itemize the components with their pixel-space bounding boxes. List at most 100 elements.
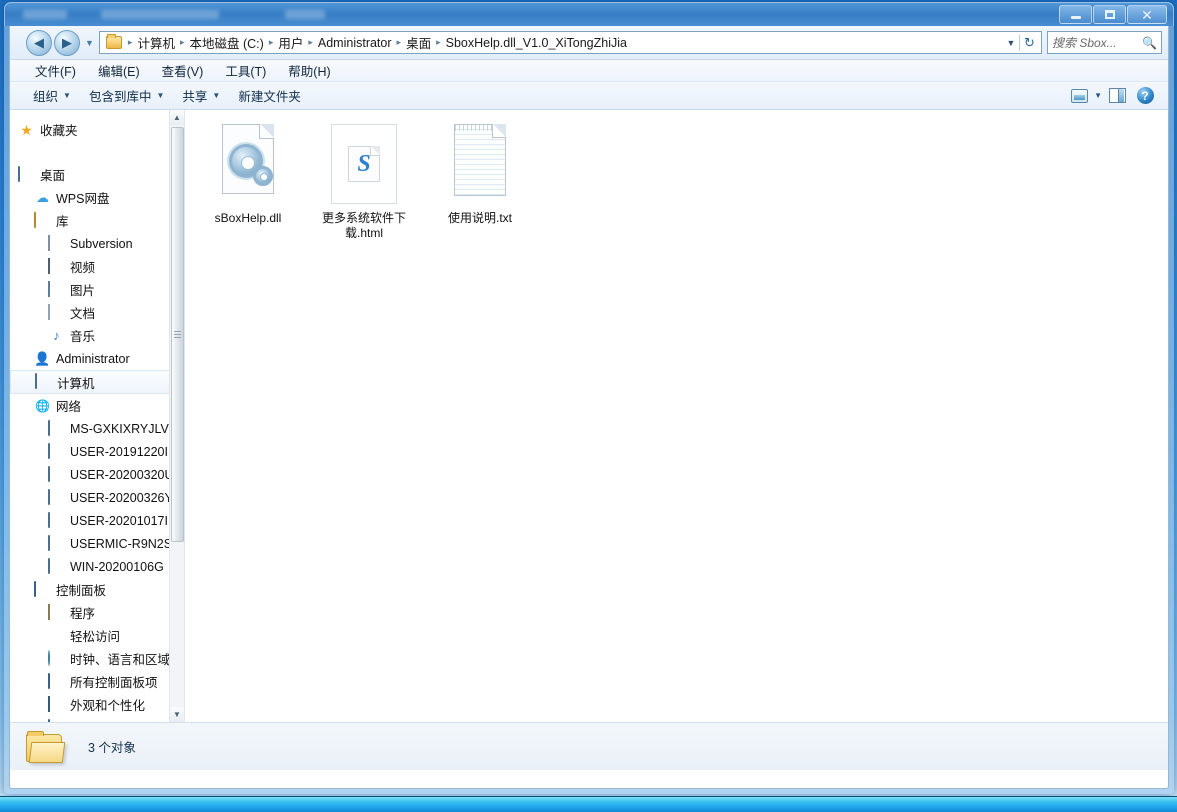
sidebar-item-documents[interactable]: 文档: [10, 301, 170, 324]
breadcrumb-separator: ▸: [179, 37, 185, 47]
ease-of-access-icon: [48, 628, 65, 644]
menu-item-help[interactable]: 帮助(H): [277, 59, 341, 82]
breadcrumb-item-2[interactable]: 用户: [275, 33, 306, 52]
navigation-scrollbar[interactable]: ▲ ▼: [169, 110, 184, 722]
sidebar-item-clock-language-region[interactable]: 时钟、语言和区域: [10, 647, 170, 670]
sidebar-item-computer[interactable]: 计算机: [10, 370, 170, 394]
sidebar-item-appearance-personalization[interactable]: 外观和个性化: [10, 693, 170, 716]
desktop-icon: [18, 165, 35, 183]
sidebar-item-label: Administrator: [56, 351, 130, 366]
computer-icon: [48, 534, 65, 552]
sidebar-item-videos[interactable]: 视频: [10, 255, 170, 278]
sidebar-item-wps-cloud[interactable]: ☁ WPS网盘: [10, 186, 170, 209]
sidebar-item-network-computer[interactable]: MS-GXKIXRYJLV: [10, 417, 170, 440]
breadcrumb-item-3[interactable]: Administrator: [315, 36, 395, 50]
sidebar-item-network-computer[interactable]: USER-20200326Y: [10, 486, 170, 509]
share-with-button[interactable]: 共享 ▼: [173, 83, 229, 108]
preview-pane-icon[interactable]: [1104, 85, 1130, 107]
command-bar: 组织 ▼ 包含到库中 ▼ 共享 ▼ 新建文件夹 ▼ ?: [10, 82, 1168, 110]
scroll-up-button[interactable]: ▲: [170, 110, 184, 125]
sidebar-item-label: 视频: [70, 261, 96, 275]
clock-language-region-icon: [48, 649, 65, 667]
sidebar-item-label: USER-20191220I: [70, 444, 168, 459]
taskbar[interactable]: [0, 796, 1177, 812]
change-view-icon[interactable]: [1066, 85, 1092, 107]
file-item[interactable]: S 更多系统软件下载.html: [317, 124, 411, 241]
sidebar-item-ease-of-access[interactable]: 轻松访问: [10, 624, 170, 647]
sidebar-item-pictures[interactable]: 图片: [10, 278, 170, 301]
new-folder-button[interactable]: 新建文件夹: [229, 83, 310, 108]
search-input[interactable]: 搜索 Sbox... 🔍: [1047, 31, 1162, 54]
sidebar-item-network-computer[interactable]: USER-20201017I: [10, 509, 170, 532]
folder-icon: [105, 34, 122, 49]
menu-item-file[interactable]: 文件(F): [24, 59, 87, 82]
video-icon: [48, 257, 65, 275]
sidebar-item-label: 时钟、语言和区域: [70, 653, 170, 667]
breadcrumb[interactable]: ▸ 计算机 ▸ 本地磁盘 (C:) ▸ 用户 ▸ Administrator ▸…: [98, 31, 1042, 54]
minimize-button[interactable]: [1059, 5, 1092, 24]
chevron-down-icon: ▼: [156, 91, 165, 100]
close-button[interactable]: ✕: [1127, 5, 1167, 24]
breadcrumb-separator: ▸: [127, 37, 133, 47]
include-in-library-button[interactable]: 包含到库中 ▼: [80, 83, 173, 108]
forward-arrow-icon[interactable]: ▶: [54, 29, 80, 56]
address-dropdown-icon[interactable]: ▼: [1003, 38, 1019, 48]
chevron-down-icon: ▼: [63, 91, 71, 100]
sidebar-item-label: 轻松访问: [70, 630, 121, 644]
sidebar-item-libraries[interactable]: 库: [10, 209, 170, 232]
breadcrumb-separator: ▸: [396, 37, 402, 47]
breadcrumb-item-0[interactable]: 计算机: [134, 33, 178, 52]
menu-item-edit[interactable]: 编辑(E): [87, 59, 151, 82]
menu-item-view[interactable]: 查看(V): [151, 59, 215, 82]
sidebar-item-label: MS-GXKIXRYJLV: [70, 421, 169, 436]
file-list-pane[interactable]: sBoxHelp.dll S 更多系统软件下载.html 使用说明.txt: [185, 110, 1168, 722]
sidebar-item-label: 所有控制面板项: [70, 676, 158, 690]
sidebar-item-control-panel[interactable]: 控制面板: [10, 578, 170, 601]
sidebar-item-desktop[interactable]: 桌面: [10, 163, 170, 186]
sidebar-item-favorites[interactable]: ★ 收藏夹: [10, 118, 170, 141]
view-dropdown-caret-icon[interactable]: ▼: [1094, 91, 1102, 100]
sidebar-item-network-computer[interactable]: WIN-20200106G: [10, 555, 170, 578]
sidebar-item-label: USERMIC-R9N2S: [70, 536, 170, 551]
sidebar-item-network-computer[interactable]: USERMIC-R9N2S: [10, 532, 170, 555]
navigation-list: ★ 收藏夹 桌面 ☁ WPS网盘 库 Subversion 视频 图片 文档 ♪…: [10, 110, 170, 722]
documents-icon: [48, 303, 65, 321]
sidebar-item-network-internet[interactable]: 网络和 Internet: [10, 716, 170, 722]
sidebar-item-music[interactable]: ♪ 音乐: [10, 324, 170, 347]
breadcrumb-item-5[interactable]: SboxHelp.dll_V1.0_XiTongZhiJia: [443, 36, 630, 50]
help-icon[interactable]: ?: [1132, 85, 1158, 107]
main-split: ★ 收藏夹 桌面 ☁ WPS网盘 库 Subversion 视频 图片 文档 ♪…: [10, 110, 1168, 722]
maximize-button[interactable]: [1093, 5, 1126, 24]
sidebar-item-programs[interactable]: 程序: [10, 601, 170, 624]
history-dropdown-icon[interactable]: ▼: [85, 38, 94, 48]
back-arrow-icon[interactable]: ◀: [26, 29, 52, 56]
organize-button[interactable]: 组织 ▼: [24, 83, 80, 108]
html-sogou-icon: S: [331, 124, 397, 204]
sidebar-item-all-control-panel-items[interactable]: 所有控制面板项: [10, 670, 170, 693]
window-controls: ✕: [1059, 5, 1167, 24]
sidebar-item-administrator[interactable]: 👤 Administrator: [10, 347, 170, 370]
scroll-down-button[interactable]: ▼: [170, 707, 184, 722]
file-item[interactable]: sBoxHelp.dll: [201, 124, 295, 226]
sidebar-item-label: USER-20200320U: [70, 467, 170, 482]
window-title-blurred: [23, 7, 583, 21]
sidebar-item-label: 程序: [70, 607, 96, 621]
refresh-icon[interactable]: ↻: [1019, 34, 1039, 51]
sidebar-item-network-computer[interactable]: USER-20191220I: [10, 440, 170, 463]
computer-icon: [48, 442, 65, 460]
sidebar-item-network[interactable]: 🌐 网络: [10, 394, 170, 417]
sidebar-item-label: 外观和个性化: [70, 699, 146, 713]
sidebar-item-label: 收藏夹: [40, 124, 78, 138]
scrollbar-grip-icon: [174, 331, 181, 338]
menu-item-tools[interactable]: 工具(T): [214, 59, 277, 82]
sidebar-item-network-computer[interactable]: USER-20200320U: [10, 463, 170, 486]
scrollbar-thumb[interactable]: [171, 127, 184, 542]
file-grid: sBoxHelp.dll S 更多系统软件下载.html 使用说明.txt: [201, 124, 1168, 241]
breadcrumb-item-4[interactable]: 桌面: [403, 33, 434, 52]
breadcrumb-item-1[interactable]: 本地磁盘 (C:): [187, 33, 267, 52]
title-bar[interactable]: ✕: [4, 2, 1174, 26]
music-icon: ♪: [53, 327, 60, 343]
sidebar-item-subversion[interactable]: Subversion: [10, 232, 170, 255]
file-item[interactable]: 使用说明.txt: [433, 124, 527, 226]
computer-icon: [48, 419, 65, 437]
